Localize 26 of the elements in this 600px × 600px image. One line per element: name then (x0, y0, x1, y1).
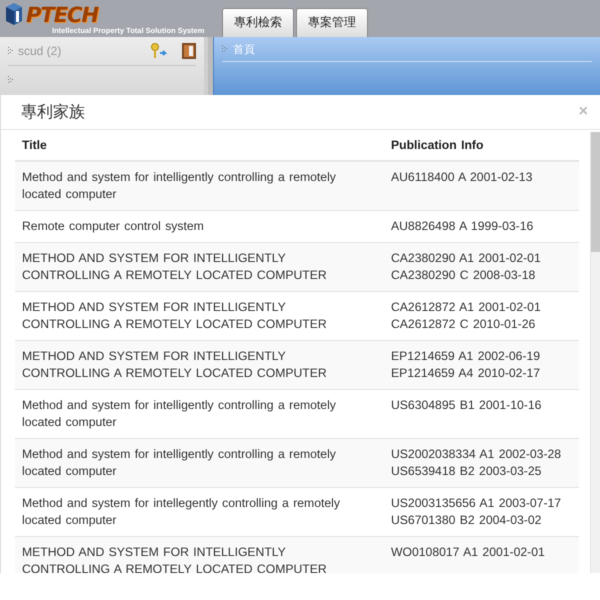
key-icon[interactable] (150, 43, 168, 59)
title-cell: Method and system for intelligently controlling a remotely located computer (15, 438, 384, 488)
publication-cell: WO0108017 A1 2001-02-01 (384, 536, 579, 573)
scrollbar[interactable] (590, 132, 600, 573)
title-cell: Method and system for intelligently controlling a remotely located computer (15, 390, 384, 438)
title-cell: Method and system for intellegently controlling a remotely located computer (15, 488, 384, 536)
publication-cell: US2002038334 A1 2002-03-28 US6539418 B2 2003-03-25 (384, 438, 579, 488)
door-icon[interactable] (182, 43, 196, 59)
publication-cell: CA2380290 A1 2001-02-01 CA2380290 C 2008-03-18 (384, 242, 579, 292)
publication-cell: AU6118400 A 2001-02-13 (384, 161, 579, 210)
publication-cell: AU8826498 A 1999-03-16 (384, 210, 579, 242)
title-cell: METHOD AND SYSTEM FOR INTELLIGENTLY CONTROLLING A REMOTELY LOCATED COMPUTER (15, 292, 384, 340)
title-cell: Remote computer control system (15, 210, 384, 242)
dialog-title: 專利家族 (21, 102, 85, 122)
nav-tab[interactable]: 專案管理 (296, 8, 368, 37)
title-cell: Method and system for intelligently controlling a remotely located computer (15, 161, 384, 210)
user-label: scud (2) (18, 44, 62, 58)
publication-cell: US6304895 B1 2001-10-16 (384, 390, 579, 438)
title-cell: METHOD AND SYSTEM FOR INTELLIGENTLY CONTROLLING A REMOTELY LOCATED COMPUTER (15, 242, 384, 292)
logo-text: PTECH (26, 4, 98, 26)
publication-cell: EP1214659 A1 2002-06-19 EP1214659 A4 2010-02-17 (384, 340, 579, 390)
title-cell: METHOD AND SYSTEM FOR INTELLIGENTLY CONTROLLING A REMOTELY LOCATED COMPUTER (15, 536, 384, 573)
title-cell: METHOD AND SYSTEM FOR INTELLIGENTLY CONTROLLING A REMOTELY LOCATED COMPUTER (15, 340, 384, 390)
nav-tab[interactable]: 專利檢索 (222, 8, 294, 37)
publication-cell: US2003135656 A1 2003-07-17 US6701380 B2 2004-03-02 (384, 488, 579, 536)
publication-cell: CA2612872 A1 2001-02-01 CA2612872 C 2010-01-26 (384, 292, 579, 340)
